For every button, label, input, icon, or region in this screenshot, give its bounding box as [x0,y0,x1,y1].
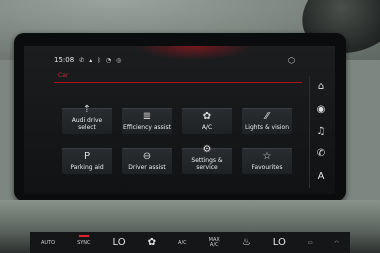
status-bar: 15:08 ✆ ▴ ᛒ ◔ ◎ [54,56,121,64]
signal-icon: ▴ [89,56,93,64]
tile-settings-service[interactable]: ⚙ Settings & service [182,144,232,174]
home-icon[interactable]: ⌂ [318,82,324,92]
infotainment-screen: 15:08 ✆ ▴ ᛒ ◔ ◎ ⬡ Car ⇡ Audi drive selec… [24,46,335,194]
tile-ac[interactable]: ✿ A/C [182,108,232,134]
tile-lights-vision[interactable]: ⁄⁄ Lights & vision [242,108,292,134]
tile-label: A/C [201,124,213,131]
settings-wrench-icon: ⚙ [202,144,212,155]
drive-select-icon: ⇡ [82,104,92,115]
tile-parking-aid[interactable]: P Parking aid [62,148,112,174]
tile-label: Audi drive select [71,117,103,131]
tile-label: Driver assist [128,164,166,171]
screen-accent-glow [134,46,254,60]
front-defrost-icon[interactable]: ◠ [335,240,339,246]
clock: 15:08 [54,56,75,64]
efficiency-icon: ≣ [142,111,152,122]
tile-label: Settings & service [191,157,223,171]
navigation-icon[interactable]: A [318,171,325,182]
fan-icon: ✿ [202,111,212,122]
location-icon: ◎ [116,56,122,64]
tile-audi-drive-select[interactable]: ⇡ Audi drive select [62,104,112,134]
seat-heat-icon[interactable]: ♨ [242,237,251,248]
sync-button[interactable]: SYNC [77,234,91,246]
auto-button[interactable]: AUTO [41,240,55,246]
music-icon[interactable]: ♫ [317,126,326,137]
tile-favourites[interactable]: ☆ Favourites [242,148,292,174]
menu-title: Car [58,72,69,79]
network-icon: ◔ [105,56,112,64]
left-temperature[interactable]: LO [113,237,126,248]
tile-label: Parking aid [70,164,104,171]
phone-icon: ✆ [79,56,85,64]
phone-icon[interactable]: ✆ [317,149,325,159]
tile-label: Lights & vision [244,124,290,131]
tile-efficiency-assist[interactable]: ≣ Efficiency assist [122,108,172,134]
side-navigation-rail: ⌂ ◉ ♫ ✆ A [309,76,332,188]
fan-speed-icon[interactable]: ✿ [148,237,156,248]
radio-icon[interactable]: ◉ [317,104,326,115]
tile-driver-assist[interactable]: ⊖ Driver assist [122,148,172,174]
star-icon: ☆ [262,151,272,162]
ac-button[interactable]: A/C [178,240,187,246]
settings-cube-icon[interactable]: ⬡ [288,56,295,65]
steering-wheel-icon: ⊖ [142,151,152,162]
bluetooth-icon: ᛒ [97,56,101,64]
rear-defrost-icon[interactable]: ▭ [308,240,313,246]
max-ac-button[interactable]: MAX A/C [209,237,220,248]
tile-label: Efficiency assist [123,124,171,131]
climate-control-panel: AUTO SYNC LO ✿ A/C MAX A/C ♨ LO ▭ ◠ [30,232,350,253]
menu-title-bar: Car [54,70,302,83]
tile-label: Favourites [251,164,283,171]
right-temperature[interactable]: LO [273,237,286,248]
parking-icon: P [83,151,91,162]
headlight-icon: ⁄⁄ [265,111,269,122]
